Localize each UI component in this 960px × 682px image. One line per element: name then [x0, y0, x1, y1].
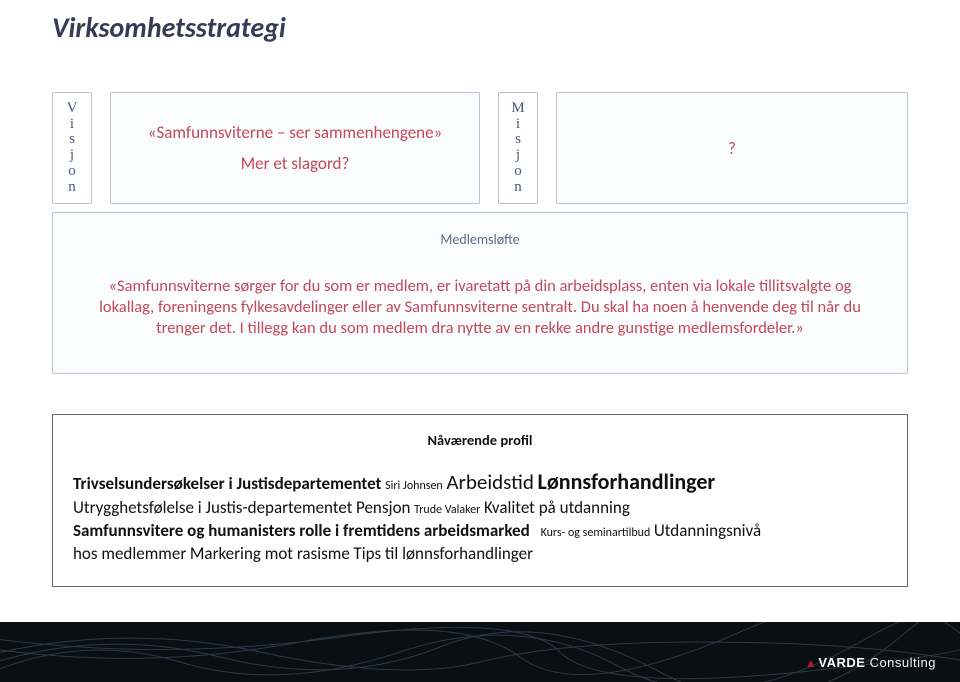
pledge-box: Medlemsløfte «Samfunnsviterne sørger for…	[52, 212, 908, 374]
text: Pensjon	[356, 497, 410, 518]
char: n	[511, 180, 524, 196]
char: s	[67, 132, 78, 148]
slide: Virksomhetsstrategi V i s j o n «Samfunn…	[0, 0, 960, 682]
text: hos medlemmer	[73, 543, 186, 564]
char: j	[67, 148, 78, 164]
pledge-heading: Medlemsløfte	[97, 231, 863, 248]
text: Lønnsforhandlinger	[538, 468, 716, 495]
triangle-icon: ▲	[805, 656, 817, 670]
char: i	[511, 117, 524, 133]
vision-content-box: «Samfunnsviterne – ser sammenhengene» Me…	[110, 92, 480, 204]
vision-mission-row: V i s j o n «Samfunnsviterne – ser samme…	[52, 92, 908, 204]
text: Siri Johnsen	[385, 479, 443, 493]
vision-label: V i s j o n	[67, 101, 78, 196]
profile-heading: Nåværende profil	[73, 431, 887, 449]
brand-name: VARDE	[818, 655, 865, 670]
char: s	[511, 132, 524, 148]
vision-line1: «Samfunnsviterne – ser sammenhengene»	[148, 122, 443, 143]
char: i	[67, 117, 78, 133]
mission-label: M i s j o n	[511, 101, 524, 196]
profile-line-4: hos medlemmer Markering mot rasisme Tips…	[73, 543, 887, 566]
text: Kvalitet på utdanning	[484, 497, 630, 518]
brand-sub: Consulting	[865, 655, 936, 670]
char: M	[511, 101, 524, 117]
profile-line-3: Samfunnsvitere og humanisters rolle i fr…	[73, 520, 887, 543]
mission-label-box: M i s j o n	[498, 92, 538, 204]
vision-line2: Mer et slagord?	[241, 153, 350, 174]
text: Utrygghetsfølelse i Justis-departementet	[73, 497, 352, 518]
page-title: Virksomhetsstrategi	[52, 10, 286, 45]
profile-line-2: Utrygghetsfølelse i Justis-departementet…	[73, 497, 887, 520]
char: o	[67, 164, 78, 180]
profile-line-1: Trivselsundersøkelser i Justisdepartemen…	[73, 467, 887, 497]
text: Utdanningsnivå	[654, 520, 761, 541]
char: o	[511, 164, 524, 180]
profile-body: Trivselsundersøkelser i Justisdepartemen…	[73, 467, 887, 566]
text: Tips til lønnsforhandlinger	[353, 543, 533, 564]
text: Markering mot rasisme	[190, 543, 350, 564]
text: Samfunnsvitere og humanisters rolle i fr…	[73, 520, 530, 541]
pledge-body: «Samfunnsviterne sørger for du som er me…	[97, 276, 863, 339]
text: Arbeidstid	[446, 469, 534, 495]
text: Kurs- og seminartilbud	[541, 526, 651, 540]
footer: ▲VARDE Consulting	[0, 622, 960, 682]
mission-content-box: ?	[556, 92, 908, 204]
mission-content: ?	[728, 138, 736, 159]
vision-label-box: V i s j o n	[52, 92, 92, 204]
text: Trude Valaker	[414, 503, 480, 517]
char: j	[511, 148, 524, 164]
char: n	[67, 180, 78, 196]
text: Trivselsundersøkelser i Justisdepartemen…	[73, 473, 381, 494]
topography-pattern	[0, 622, 960, 682]
char: V	[67, 101, 78, 117]
brand-logo: ▲VARDE Consulting	[805, 655, 936, 670]
profile-box: Nåværende profil Trivselsundersøkelser i…	[52, 414, 908, 587]
